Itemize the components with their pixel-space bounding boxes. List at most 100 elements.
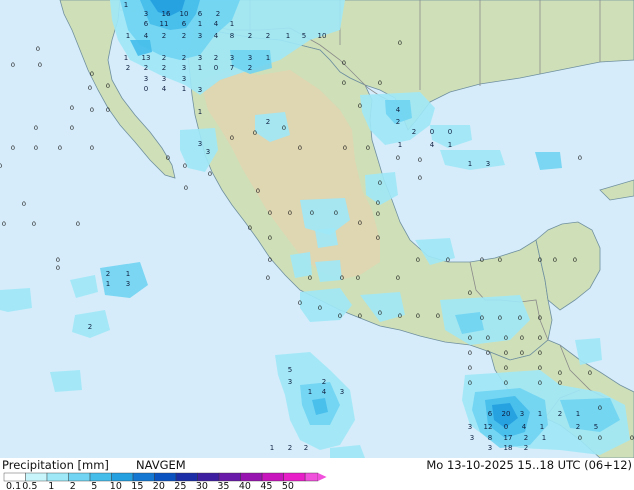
precip-value-label: 20 bbox=[502, 410, 511, 418]
precip-value-label: 1 bbox=[286, 32, 290, 40]
precip-zero-marker: 0 bbox=[538, 256, 542, 264]
precip-patch bbox=[0, 288, 32, 312]
legend-color-scale bbox=[3, 472, 327, 482]
precip-zero-marker: 0 bbox=[38, 61, 42, 69]
legend-swatch bbox=[261, 472, 284, 482]
precip-zero-marker: 0 bbox=[268, 234, 272, 242]
precip-value-label: 18 bbox=[504, 444, 513, 452]
legend-swatch bbox=[25, 472, 48, 482]
precip-value-label: 4 bbox=[322, 388, 327, 396]
precip-zero-marker: 0 bbox=[184, 184, 188, 192]
precip-value-label: 1 bbox=[124, 54, 128, 62]
precip-value-label: 1 bbox=[270, 444, 274, 452]
precip-value-label: 2 bbox=[322, 378, 326, 386]
precip-zero-marker: 0 bbox=[11, 61, 15, 69]
precip-value-label: 1 bbox=[398, 141, 402, 149]
precip-value-label: 2 bbox=[248, 64, 252, 72]
precip-value-label: 5 bbox=[302, 32, 306, 40]
precip-zero-marker: 0 bbox=[504, 349, 508, 357]
precip-value-label: 10 bbox=[180, 10, 189, 18]
precip-zero-marker: 0 bbox=[58, 144, 62, 152]
precip-value-label: 2 bbox=[214, 54, 218, 62]
precip-zero-marker: 0 bbox=[558, 369, 562, 377]
precip-zero-marker: 0 bbox=[553, 256, 557, 264]
legend-swatch bbox=[175, 472, 198, 482]
precip-value-label: 4 bbox=[214, 32, 219, 40]
legend-swatch bbox=[240, 472, 263, 482]
precip-value-label: 5 bbox=[288, 366, 292, 374]
precip-value-label: 4 bbox=[430, 141, 435, 149]
precip-value-label: 0 bbox=[504, 423, 508, 431]
precip-value-label: 2 bbox=[558, 410, 562, 418]
precip-zero-marker: 0 bbox=[486, 349, 490, 357]
precipitation-map: 13 16 10 6 26 11 6 1 4 11 4 2 2 3 4 8 2 2 1 5 101 13 2 2 3 2 3 3 12 2… bbox=[0, 0, 634, 458]
precip-value-label: 3 bbox=[198, 54, 202, 62]
precip-value-label: 6 bbox=[198, 10, 203, 18]
legend-tick-label: 30 bbox=[196, 481, 208, 490]
precip-zero-marker: 0 bbox=[70, 104, 74, 112]
precip-zero-marker: 0 bbox=[376, 210, 380, 218]
precip-zero-marker: 0 bbox=[334, 209, 338, 217]
precip-zero-marker: 0 bbox=[538, 364, 542, 372]
precip-zero-marker: 0 bbox=[256, 187, 260, 195]
precip-zero-marker: 0 bbox=[288, 209, 292, 217]
precip-zero-marker: 0 bbox=[70, 124, 74, 132]
precip-zero-marker: 0 bbox=[416, 256, 420, 264]
precip-value-label: 2 bbox=[162, 54, 166, 62]
legend-swatch bbox=[218, 472, 241, 482]
legend-swatch bbox=[197, 472, 220, 482]
precip-value-label: 3 bbox=[230, 54, 234, 62]
legend-tick-label: 35 bbox=[217, 481, 229, 490]
precip-value-label: 3 bbox=[144, 75, 148, 83]
legend-bar: Precipitation [mm] NAVGEM Mo 13-10-2025 … bbox=[0, 458, 634, 490]
precip-value-label: 16 bbox=[162, 10, 171, 18]
precip-value-label: 2 bbox=[162, 32, 166, 40]
legend-tick-label: 10 bbox=[110, 481, 122, 490]
precip-value-label: 2 bbox=[182, 32, 186, 40]
precip-zero-marker: 0 bbox=[468, 364, 472, 372]
precip-value-label: 2 bbox=[216, 10, 220, 18]
legend-tick-label: 45 bbox=[260, 481, 272, 490]
legend-swatch bbox=[283, 472, 306, 482]
precip-patch bbox=[315, 228, 338, 248]
precip-value-label: 3 bbox=[288, 378, 292, 386]
precip-zero-marker: 0 bbox=[318, 304, 322, 312]
precip-zero-marker: 0 bbox=[376, 199, 380, 207]
precip-zero-marker: 0 bbox=[342, 79, 346, 87]
precip-zero-marker: 0 bbox=[106, 82, 110, 90]
legend-model: NAVGEM bbox=[136, 458, 186, 472]
legend-swatch bbox=[132, 472, 155, 482]
legend-swatch bbox=[68, 472, 91, 482]
precip-zero-marker: 0 bbox=[398, 39, 402, 47]
precip-value-label: 2 bbox=[396, 118, 400, 126]
precip-zero-marker: 0 bbox=[378, 309, 382, 317]
precip-zero-marker: 0 bbox=[298, 144, 302, 152]
precip-zero-marker: 0 bbox=[376, 234, 380, 242]
legend-tick-labels: 0.1 0.5 1 2 5 10 15 20 25 30 35 40 45 50 bbox=[6, 481, 294, 490]
legend-swatch bbox=[3, 472, 26, 482]
precip-zero-marker: 0 bbox=[11, 144, 15, 152]
precip-value-label: 13 bbox=[142, 54, 151, 62]
precip-zero-marker: 0 bbox=[268, 256, 272, 264]
precip-value-label: 3 bbox=[126, 280, 130, 288]
precip-value-label: 2 bbox=[304, 444, 308, 452]
legend-tick-label: 20 bbox=[153, 481, 165, 490]
precip-value-label: 1 bbox=[308, 388, 312, 396]
precip-value-label: 1 bbox=[182, 85, 186, 93]
precip-zero-marker: 0 bbox=[266, 274, 270, 282]
legend-valid-time: Mo 13-10-2025 15..18 UTC (06+12) bbox=[426, 458, 632, 472]
precip-value-label: 3 bbox=[144, 10, 148, 18]
precip-zero-marker: 0 bbox=[340, 274, 344, 282]
precip-zero-marker: 0 bbox=[538, 379, 542, 387]
precip-zero-marker: 0 bbox=[253, 129, 257, 137]
precip-value-label: 1 bbox=[126, 32, 130, 40]
precip-zero-marker: 0 bbox=[468, 289, 472, 297]
precip-value-label: 6 bbox=[488, 410, 493, 418]
precip-zero-marker: 0 bbox=[468, 334, 472, 342]
precip-value-label: 2 bbox=[106, 270, 110, 278]
precip-zero-marker: 0 bbox=[398, 312, 402, 320]
precip-value-label: 0 bbox=[214, 64, 218, 72]
legend-tick-label: 1 bbox=[48, 481, 54, 490]
legend-swatch bbox=[304, 472, 319, 482]
precip-zero-marker: 0 bbox=[183, 162, 187, 170]
